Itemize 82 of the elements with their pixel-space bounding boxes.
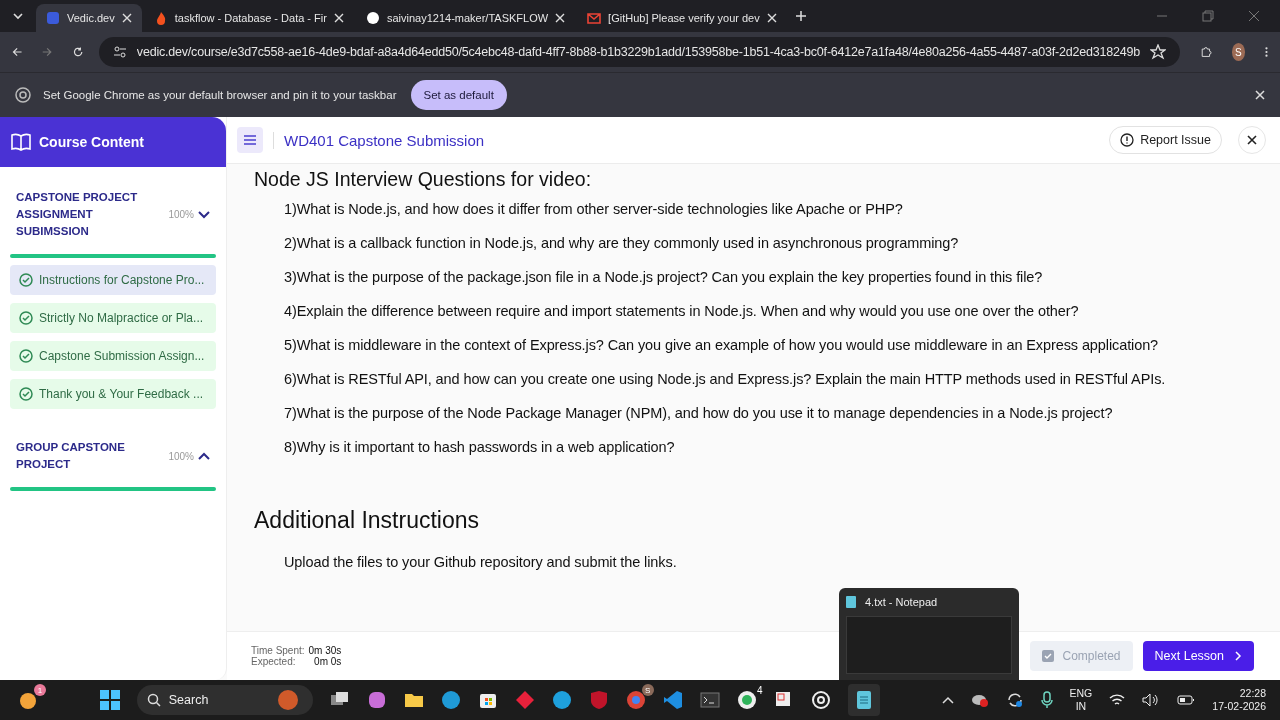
microphone-icon[interactable] — [1040, 691, 1053, 709]
close-icon — [1247, 135, 1257, 145]
question-text: 2)What is a callback function in Node.js, and why are they commonly used in asynchronous programming? — [284, 235, 960, 251]
menu-icon — [244, 135, 256, 145]
check-circle-icon — [19, 349, 33, 363]
notepad-icon[interactable] — [855, 690, 872, 710]
wifi-icon[interactable] — [1109, 693, 1126, 707]
question-text: 1)What is Node.js, and how does it differ from other server-side technologies like Apache or PHP? — [284, 201, 904, 217]
more-menu-icon[interactable] — [1265, 45, 1268, 59]
notification-count: 4 — [756, 684, 764, 696]
chat-app-icon[interactable] — [736, 690, 757, 710]
browser-tab[interactable]: Vedic.dev — [36, 4, 142, 32]
profile-badge: S — [641, 684, 654, 696]
cloud-error-icon[interactable] — [970, 692, 989, 708]
lesson-item[interactable]: Thank you & Your Feedback ... — [10, 379, 216, 409]
lesson-item[interactable]: Instructions for Capstone Pro... — [10, 265, 216, 295]
section-heading: Additional Instructions — [254, 507, 480, 534]
notification-badge: 1 — [34, 684, 46, 696]
check-circle-icon — [19, 311, 33, 325]
restore-icon[interactable] — [1202, 10, 1214, 22]
speaker-icon[interactable] — [1142, 693, 1161, 707]
time-spent-label: Time Spent: — [251, 645, 305, 656]
section-header[interactable]: GROUP CAPSTONE PROJECT 100% — [10, 417, 216, 487]
site-favicon-icon — [46, 11, 60, 25]
report-issue-button[interactable]: Report Issue — [1109, 126, 1222, 154]
menu-button[interactable] — [237, 127, 263, 153]
site-settings-icon[interactable] — [112, 45, 127, 59]
lesson-item[interactable]: Strictly No Malpractice or Pla... — [10, 303, 216, 333]
battery-icon[interactable] — [1177, 695, 1196, 705]
checkbox-icon — [1042, 650, 1055, 662]
browser-tab[interactable]: saivinay1214-maker/TASKFLOW — [355, 4, 576, 32]
terminal-icon[interactable] — [699, 690, 720, 710]
language-indicator[interactable]: ENG IN — [1069, 687, 1093, 713]
question-text: 5)What is middleware in the context of Express.js? Can you give an example of how you would use middleware in an Express application? — [284, 337, 1160, 353]
profile-avatar[interactable]: S — [1231, 43, 1246, 61]
lesson-item[interactable]: Capstone Submission Assign... — [10, 341, 216, 371]
chevron-right-icon — [1234, 651, 1242, 661]
check-circle-icon — [19, 387, 33, 401]
chevron-up-icon[interactable] — [941, 696, 954, 704]
check-circle-icon — [19, 273, 33, 287]
section-heading: Node JS Interview Questions for video: — [254, 168, 593, 191]
expected-value: 0m 0s — [313, 656, 342, 667]
book-icon — [11, 133, 31, 151]
question-text: 8)Why is it important to hash passwords in a web application? — [284, 439, 676, 455]
notepad-icon — [846, 596, 856, 608]
taskbar-clock[interactable]: 22:28 17-02-2026 — [1212, 687, 1266, 713]
search-icon — [146, 693, 161, 707]
chrome-logo-icon — [15, 87, 31, 103]
alert-circle-icon — [1120, 133, 1135, 147]
chrome-icon[interactable] — [625, 690, 646, 710]
set-as-default-button[interactable]: Set as default — [410, 80, 507, 110]
preview-title: 4.txt - Notepad — [865, 596, 938, 608]
instruction-text: Upload the files to your Github repository and submit the links. — [284, 554, 678, 570]
forward-icon[interactable] — [42, 45, 53, 59]
browser-tab[interactable]: taskflow - Database - Data - Fir — [143, 4, 354, 32]
puzzle-icon[interactable] — [1200, 44, 1212, 60]
browser-tab[interactable]: [GitHub] Please verify your dev — [577, 4, 787, 32]
expected-label: Expected: — [251, 656, 296, 667]
sync-icon[interactable] — [1005, 691, 1024, 709]
next-lesson-button[interactable]: Next Lesson — [1142, 641, 1254, 671]
question-text: 4)Explain the difference between require and import statements in Node.js. When and why would you use one over the other? — [284, 303, 1080, 319]
shield-icon[interactable] — [588, 690, 609, 710]
question-text: 6)What is RESTful API, and how can you create one using Node.js and Express.js? Explain the main HTTP methods used in RESTful APIs. — [284, 371, 1167, 387]
sidebar-title: Course Content — [39, 134, 144, 150]
lesson-title: WD401 Capstone Submission — [273, 131, 485, 149]
question-text: 3)What is the purpose of the package.json file in a Node.js project? Can you explain the key properties found in this file? — [284, 269, 1044, 285]
close-button[interactable] — [1238, 126, 1266, 154]
site-favicon-icon — [587, 11, 602, 25]
address-bar[interactable]: vedic.dev/course/e3d7c558-ae16-4de9-bdaf-a8a4d64edd50/5c4ebc48-dafd-4ff7-8b88-b1b3229b1add/153958be-1b51-4ca3-bc0f-6412e7a1fa48/4e80a256-4a55-4487-a03f-2d2ed318249b — [98, 37, 1181, 67]
weather-icon[interactable] — [18, 690, 38, 710]
question-text: 7)What is the purpose of the Node Package Manager (NPM), and how do you use it to manage dependencies in a Node.js project? — [284, 405, 1114, 421]
code-editor-icon[interactable] — [662, 690, 683, 710]
diamond-icon[interactable] — [514, 690, 535, 710]
back-icon[interactable] — [12, 45, 23, 59]
default-browser-message: Set Google Chrome as your default browser and pin it to your taskbar — [43, 89, 397, 101]
star-icon[interactable] — [1150, 44, 1167, 60]
taskbar-search[interactable]: Search — [136, 685, 313, 715]
site-favicon-icon — [365, 11, 380, 25]
reload-icon[interactable] — [72, 45, 83, 59]
section-header[interactable]: CAPSTONE PROJECT ASSIGNMENT SUBIMSSION 100% — [10, 167, 216, 254]
windows-start-icon[interactable] — [99, 690, 120, 710]
time-spent-value: 0m 30s — [308, 645, 342, 656]
